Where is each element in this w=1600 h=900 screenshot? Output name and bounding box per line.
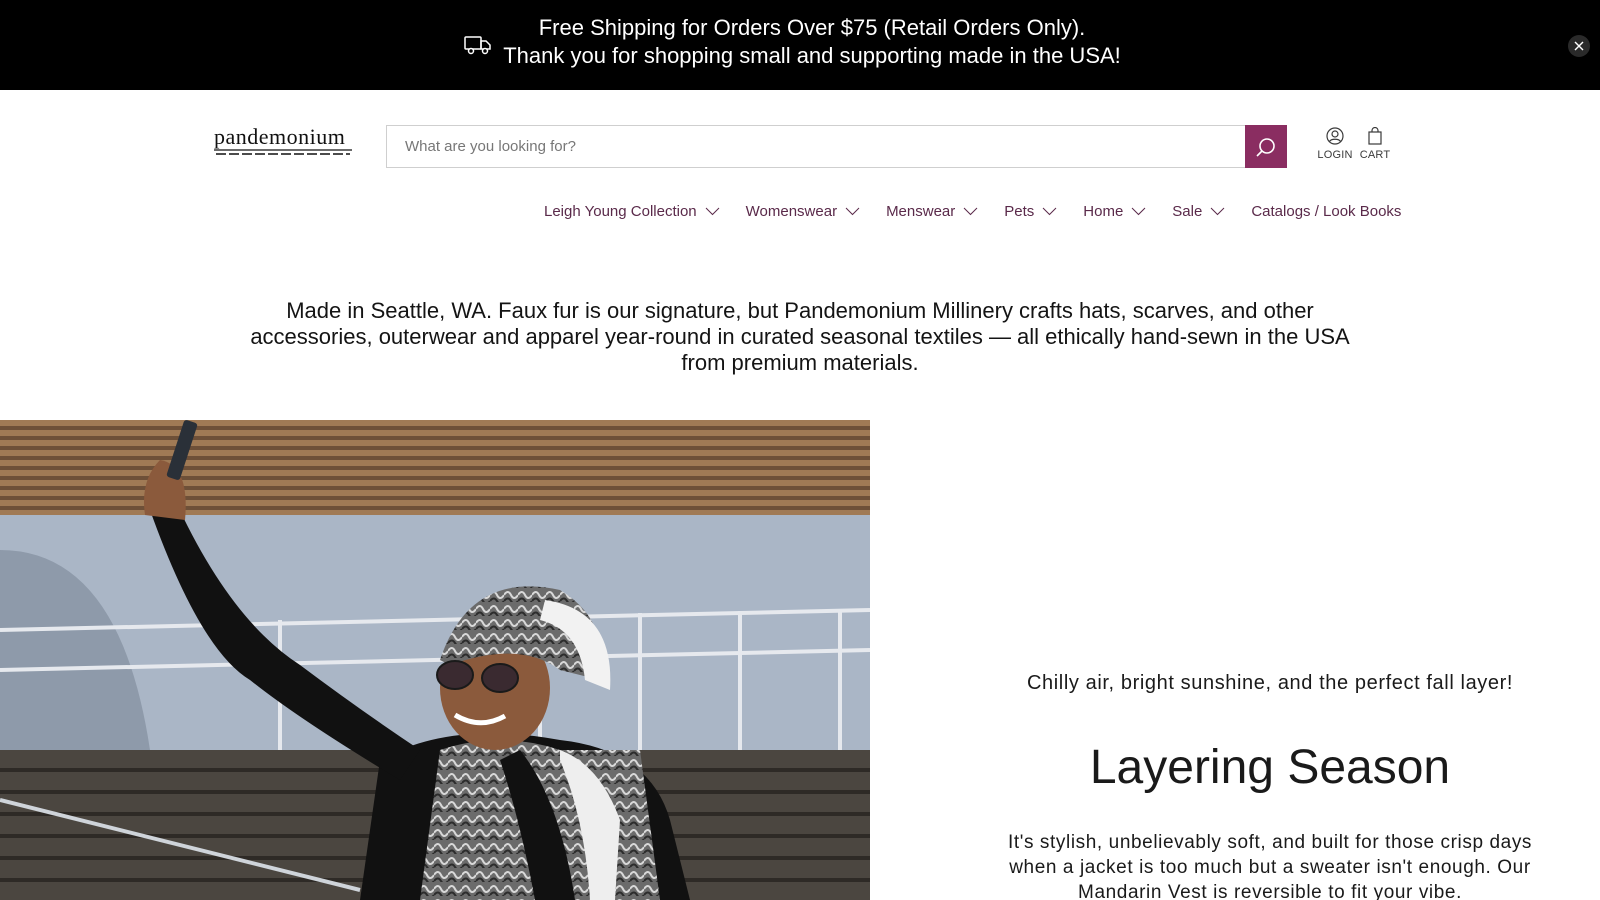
nav-item-label: Menswear bbox=[886, 203, 956, 220]
nav-item-catalogs-look-books[interactable]: Catalogs / Look Books bbox=[1251, 203, 1401, 220]
login-button[interactable]: LOGIN bbox=[1315, 127, 1355, 161]
nav-item-label: Womenswear bbox=[745, 203, 838, 220]
nav-item-label: Home bbox=[1083, 203, 1124, 220]
nav-item-home[interactable]: Home bbox=[1083, 203, 1146, 220]
search-button[interactable] bbox=[1245, 125, 1287, 168]
chevron-down-icon bbox=[845, 207, 860, 216]
hero-photo bbox=[0, 420, 870, 900]
chevron-down-icon bbox=[1131, 207, 1146, 216]
announcement-text: Free Shipping for Orders Over $75 (Retai… bbox=[0, 14, 1600, 70]
announcement-line-1: Free Shipping for Orders Over $75 (Retai… bbox=[538, 15, 1086, 40]
close-icon bbox=[1574, 41, 1584, 51]
hero-title: Layering Season bbox=[1089, 741, 1451, 794]
chevron-down-icon bbox=[705, 207, 719, 216]
pandemonium-logo[interactable]: pandemonium bbox=[212, 120, 354, 160]
nav-item-label: Leigh Young Collection bbox=[544, 203, 697, 220]
main-nav: Leigh Young Collection Womenswear Menswe… bbox=[544, 203, 1401, 220]
hero-body: It's stylish, unbelievably soft, and bui… bbox=[1007, 832, 1533, 900]
login-label: LOGIN bbox=[1317, 149, 1353, 161]
chevron-down-icon bbox=[1042, 207, 1057, 216]
svg-text:pandemonium: pandemonium bbox=[214, 124, 345, 149]
intro-text: Made in Seattle, WA. Faux fur is our sig… bbox=[250, 298, 1350, 375]
search-input[interactable] bbox=[387, 126, 1245, 167]
announcement-line-2: Thank you for shopping small and support… bbox=[503, 43, 1121, 68]
user-icon bbox=[1326, 127, 1344, 145]
search-bar bbox=[386, 125, 1287, 168]
nav-item-sale[interactable]: Sale bbox=[1172, 203, 1225, 220]
nav-item-pets[interactable]: Pets bbox=[1004, 203, 1057, 220]
nav-item-menswear[interactable]: Menswear bbox=[886, 203, 978, 220]
announcement-bar: Free Shipping for Orders Over $75 (Retai… bbox=[0, 0, 1600, 90]
nav-item-label: Catalogs / Look Books bbox=[1251, 203, 1402, 220]
chevron-down-icon bbox=[963, 207, 978, 216]
chevron-down-icon bbox=[1210, 207, 1225, 216]
nav-item-leigh-young-collection[interactable]: Leigh Young Collection bbox=[544, 203, 720, 220]
close-announcement-button[interactable] bbox=[1568, 35, 1590, 57]
bag-icon bbox=[1368, 127, 1382, 145]
nav-item-label: Pets bbox=[1004, 203, 1035, 220]
search-icon bbox=[1256, 137, 1275, 157]
hero-eyebrow: Chilly air, bright sunshine, and the per… bbox=[1026, 672, 1514, 694]
nav-item-label: Sale bbox=[1172, 203, 1203, 220]
cart-button[interactable]: CART bbox=[1355, 127, 1395, 161]
cart-label: CART bbox=[1359, 149, 1391, 161]
nav-item-womenswear[interactable]: Womenswear bbox=[746, 203, 860, 220]
hero-image[interactable] bbox=[0, 420, 870, 900]
